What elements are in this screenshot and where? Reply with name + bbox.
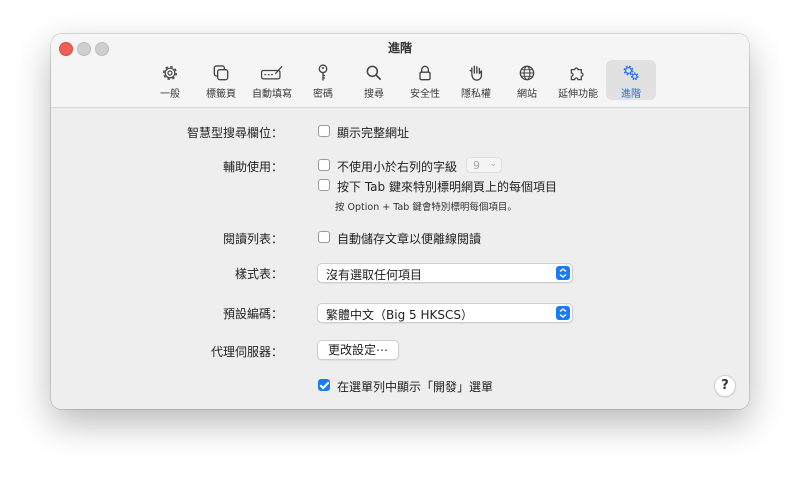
- updown-chevron-icon: [556, 306, 570, 320]
- tab-label: 搜尋: [364, 89, 384, 100]
- save-offline-text: 自動儲存文章以便離線閱讀: [337, 232, 482, 246]
- tab-websites[interactable]: 網站: [502, 60, 552, 100]
- tab-label: 標籤頁: [206, 89, 236, 100]
- min-font-size-checkbox[interactable]: [318, 159, 330, 171]
- updown-chevron-icon: [556, 266, 570, 280]
- tab-extensions[interactable]: 延伸功能: [553, 60, 603, 100]
- style-sheet-value: 沒有選取任何項目: [326, 268, 423, 282]
- min-font-size-text: 不使用小於右列的字級: [337, 160, 458, 174]
- style-sheet-select[interactable]: 沒有選取任何項目: [317, 263, 573, 283]
- tab-label: 隱私權: [461, 89, 491, 100]
- default-encoding-label: 預設編碼：: [222, 307, 283, 321]
- tab-highlight-hint: 按 Option + Tab 鍵會特別標明每個項目。: [335, 202, 517, 213]
- change-settings-button[interactable]: 更改設定⋯: [317, 340, 399, 360]
- window-title: 進階: [387, 41, 412, 55]
- globe-icon: [519, 65, 535, 81]
- show-develop-menu-text: 在選單列中顯示「開發」選單: [337, 380, 494, 394]
- tab-label: 自動填寫: [252, 89, 292, 100]
- tab-search[interactable]: 搜尋: [349, 60, 399, 100]
- tab-label: 網站: [517, 89, 537, 100]
- proxies-label: 代理伺服器：: [210, 345, 283, 359]
- min-font-size-value: 9: [473, 159, 480, 172]
- tab-label: 密碼: [313, 89, 333, 100]
- chevron-down-icon: ⌄: [489, 159, 497, 169]
- save-offline-checkbox[interactable]: [318, 231, 330, 243]
- help-button[interactable]: ?: [714, 375, 736, 397]
- tab-security[interactable]: 安全性: [400, 60, 450, 100]
- tab-passwords[interactable]: 密碼: [298, 60, 348, 100]
- smart-search-label: 智慧型搜尋欄位：: [186, 126, 283, 140]
- lock-icon: [419, 65, 431, 81]
- tab-label: 安全性: [410, 89, 440, 100]
- tab-label: 進階: [621, 89, 641, 100]
- hand-icon: [469, 65, 483, 81]
- show-develop-menu-checkbox[interactable]: [318, 379, 330, 391]
- toolbar: 進階 一般 標籤頁 自動填寫 密碼 搜尋 安全性 隱私權 網站 延伸功能 進階: [51, 34, 749, 108]
- tab-general[interactable]: 一般: [145, 60, 195, 100]
- show-full-address-text: 顯示完整網址: [337, 126, 410, 140]
- puzzle-icon: [570, 67, 584, 81]
- default-encoding-value: 繁體中文（Big 5 HKSCS）: [326, 308, 473, 322]
- tab-autofill[interactable]: 自動填寫: [247, 60, 297, 100]
- tab-privacy[interactable]: 隱私權: [451, 60, 501, 100]
- gear-icon: [163, 66, 177, 80]
- tab-highlight-checkbox[interactable]: [318, 179, 330, 191]
- tab-highlight-text: 按下 Tab 鍵來特別標明網頁上的每個項目: [337, 180, 557, 194]
- min-font-size-select[interactable]: 9 ⌄: [466, 157, 502, 173]
- tabs-icon: [213, 65, 229, 81]
- preferences-window: 進階 一般 標籤頁 自動填寫 密碼 搜尋 安全性 隱私權 網站 延伸功能 進階 …: [51, 34, 749, 409]
- tab-tabs[interactable]: 標籤頁: [196, 60, 246, 100]
- accessibility-label: 輔助使用：: [222, 160, 283, 174]
- autofill-icon: [260, 65, 283, 80]
- tab-advanced[interactable]: 進階: [606, 60, 656, 100]
- key-icon: [318, 64, 328, 81]
- style-sheet-label: 樣式表：: [234, 267, 283, 281]
- default-encoding-select[interactable]: 繁體中文（Big 5 HKSCS）: [317, 303, 573, 323]
- tab-label: 延伸功能: [558, 89, 598, 100]
- show-full-address-checkbox[interactable]: [318, 125, 330, 137]
- gears-icon: [623, 65, 639, 81]
- reading-list-label: 閱讀列表：: [222, 232, 283, 246]
- tab-label: 一般: [160, 89, 180, 100]
- magnifier-icon: [366, 65, 382, 81]
